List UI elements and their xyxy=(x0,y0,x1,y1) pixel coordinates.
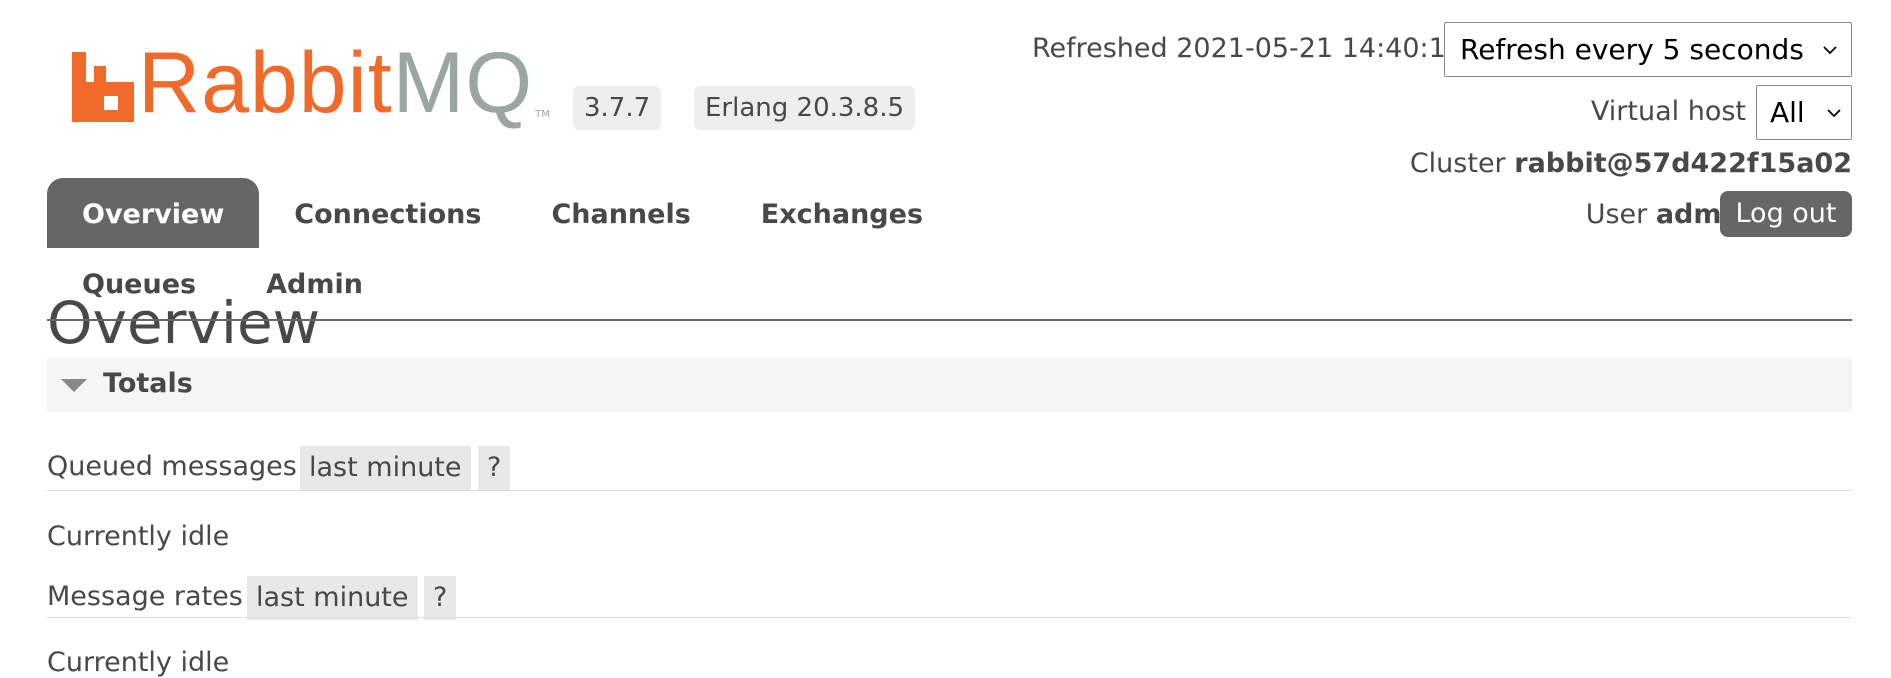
divider xyxy=(47,490,1852,491)
user-label: User xyxy=(1585,199,1648,230)
rabbitmq-logo: RabbitMQ TM xyxy=(72,40,550,126)
virtual-host-select[interactable]: All xyxy=(1756,85,1852,140)
refreshed-timestamp: Refreshed 2021-05-21 14:40:12 xyxy=(1031,33,1463,64)
divider xyxy=(47,617,1852,618)
refresh-interval-value: Refresh every 5 seconds xyxy=(1460,33,1804,66)
refresh-interval-select[interactable]: Refresh every 5 seconds xyxy=(1444,22,1852,77)
rabbitmq-logo-icon xyxy=(72,52,134,122)
virtual-host-value: All xyxy=(1770,96,1805,129)
tab-exchanges[interactable]: Exchanges xyxy=(726,178,958,248)
totals-heading: Totals xyxy=(103,368,193,399)
message-rates-status: Currently idle xyxy=(47,647,230,678)
logo-trademark: TM xyxy=(535,109,550,120)
logout-button[interactable]: Log out xyxy=(1720,191,1852,237)
tab-overview[interactable]: Overview xyxy=(47,178,260,248)
queued-messages-status: Currently idle xyxy=(47,521,230,552)
chevron-down-icon xyxy=(1823,45,1837,54)
cluster-name: rabbit@57d422f15a02 xyxy=(1514,148,1852,179)
main-nav: Overview Connections Channels Exchanges xyxy=(47,178,958,248)
collapse-triangle-icon xyxy=(61,379,87,392)
cluster-label: Cluster xyxy=(1409,148,1506,179)
version-badge: 3.7.7 xyxy=(573,86,662,130)
totals-section-header[interactable]: Totals xyxy=(47,358,1852,412)
message-rates-label: Message rates xyxy=(47,581,243,612)
queued-messages-label: Queued messages xyxy=(47,451,297,482)
erlang-version-badge: Erlang 20.3.8.5 xyxy=(694,86,916,130)
logo-wordmark: RabbitMQ xyxy=(138,35,534,131)
queued-messages-range-button[interactable]: last minute xyxy=(300,446,471,490)
message-rates-range-button[interactable]: last minute xyxy=(247,576,418,620)
nav-divider xyxy=(47,319,1852,321)
cluster-info: Cluster rabbit@57d422f15a02 xyxy=(1410,148,1852,179)
page-title: Overview xyxy=(47,289,321,357)
queued-messages-help-button[interactable]: ? xyxy=(478,446,511,490)
tab-channels[interactable]: Channels xyxy=(516,178,725,248)
message-rates-help-button[interactable]: ? xyxy=(424,576,457,620)
chevron-down-icon xyxy=(1827,108,1841,117)
virtual-host-label: Virtual host xyxy=(1590,96,1746,127)
tab-connections[interactable]: Connections xyxy=(259,178,516,248)
